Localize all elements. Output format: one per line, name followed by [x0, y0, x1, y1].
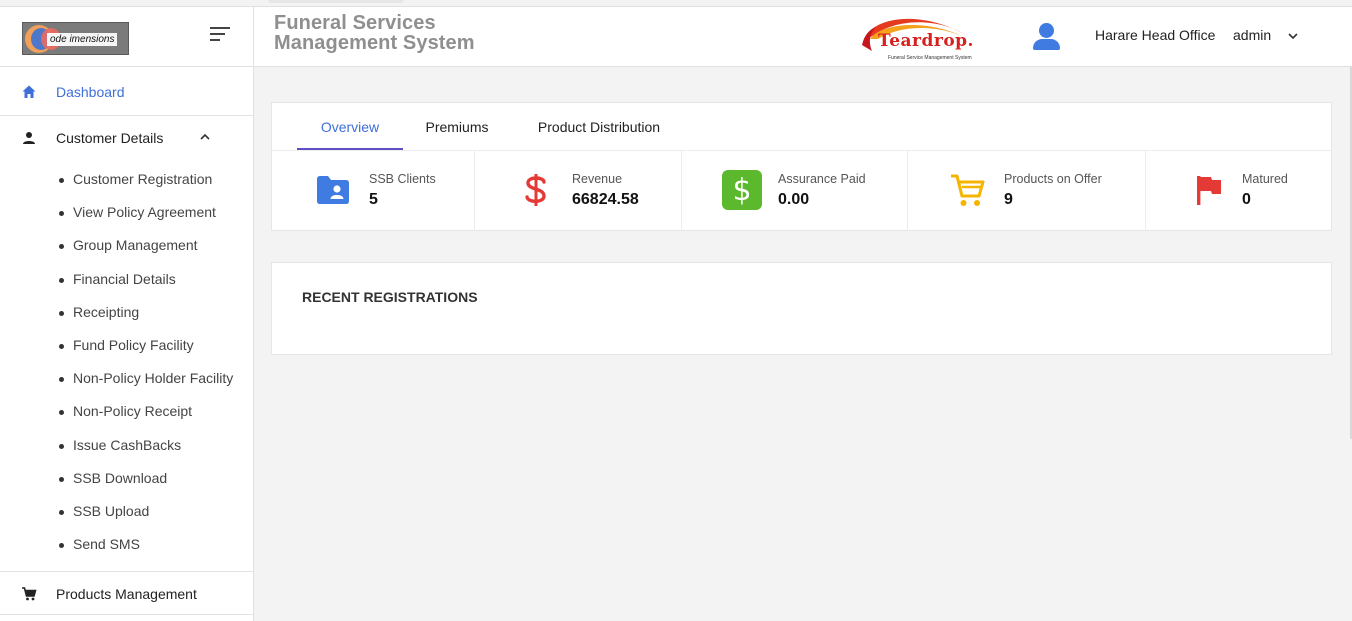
submenu-item-fund-policy-facility[interactable]: Fund Policy Facility — [0, 334, 253, 367]
submenu-item-ssb-download[interactable]: SSB Download — [0, 467, 253, 500]
sidebar-item-customer-details[interactable]: Customer Details — [0, 125, 253, 151]
stat-assurance-paid: $ Assurance Paid 0.00 — [682, 151, 908, 231]
person-icon — [23, 132, 35, 144]
stat-revenue: Revenue 66824.58 — [475, 151, 682, 231]
tab-overview[interactable]: Overview — [297, 103, 403, 151]
stat-value: 66824.58 — [572, 191, 639, 208]
divider — [0, 115, 253, 116]
recent-registrations-card: RECENT REGISTRATIONS — [271, 262, 1332, 355]
teardrop-logo-subtext: Funeral Service Management System — [888, 55, 972, 61]
customer-submenu: Customer Registration View Policy Agreem… — [0, 168, 253, 566]
company-logo[interactable]: ode imensions — [22, 22, 129, 55]
user-menu[interactable]: admin — [1233, 27, 1271, 43]
sidebar-item-label: Customer Details — [56, 130, 164, 146]
stat-label: SSB Clients — [369, 172, 436, 186]
overview-card: Overview Premiums Product Distribution S… — [271, 102, 1332, 231]
recent-registrations-title: RECENT REGISTRATIONS — [302, 289, 478, 305]
submenu-item-customer-registration[interactable]: Customer Registration — [0, 168, 253, 201]
office-label: Harare Head Office — [1095, 27, 1216, 43]
stat-value: 5 — [369, 191, 378, 208]
tab-product-distribution[interactable]: Product Distribution — [511, 103, 687, 151]
menu-toggle-icon[interactable] — [210, 27, 232, 45]
stats-row: SSB Clients 5 Revenue 66824.58 $ Assuran… — [272, 151, 1331, 231]
user-avatar-icon[interactable] — [1032, 23, 1062, 51]
company-logo-text: ode imensions — [47, 33, 118, 46]
stat-products-on-offer: Products on Offer 9 — [908, 151, 1146, 231]
sidebar-item-dashboard[interactable]: Dashboard — [0, 79, 253, 105]
app-title: Funeral Services Management System — [274, 13, 475, 53]
sidebar: Dashboard Customer Details Customer Regi… — [0, 67, 254, 621]
submenu-item-view-policy-agreement[interactable]: View Policy Agreement — [0, 201, 253, 234]
submenu-item-non-policy-holder-facility[interactable]: Non-Policy Holder Facility — [0, 367, 253, 400]
app-title-line1: Funeral Services — [274, 12, 436, 34]
cart-icon — [22, 587, 37, 601]
app-title-line2: Management System — [274, 32, 475, 54]
cart-icon — [946, 169, 988, 211]
stat-matured: Matured 0 — [1146, 151, 1331, 231]
flag-icon — [1188, 169, 1230, 211]
browser-tab-stub — [268, 0, 404, 3]
brand-area: ode imensions — [0, 7, 254, 67]
chevron-up-icon[interactable] — [198, 130, 212, 144]
submenu-item-send-sms[interactable]: Send SMS — [0, 533, 253, 566]
stat-label: Products on Offer — [1004, 172, 1102, 186]
chevron-down-icon[interactable] — [1286, 29, 1300, 43]
submenu-item-issue-cashbacks[interactable]: Issue CashBacks — [0, 434, 253, 467]
submenu-item-group-management[interactable]: Group Management — [0, 234, 253, 267]
stat-label: Assurance Paid — [778, 172, 866, 186]
tab-premiums[interactable]: Premiums — [403, 103, 511, 151]
submenu-item-ssb-upload[interactable]: SSB Upload — [0, 500, 253, 533]
home-icon — [22, 85, 36, 98]
submenu-item-receipting[interactable]: Receipting — [0, 301, 253, 334]
folder-user-icon — [312, 169, 354, 211]
sidebar-item-products-management[interactable]: Products Management — [0, 581, 253, 607]
divider — [0, 614, 253, 615]
stat-value: 9 — [1004, 191, 1013, 208]
stat-ssb-clients: SSB Clients 5 — [272, 151, 475, 231]
teardrop-logo: Teardrop. Funeral Service Management Sys… — [860, 11, 986, 65]
stat-value: 0.00 — [778, 191, 810, 208]
dollar-icon — [515, 169, 557, 211]
teardrop-logo-word: Teardrop. — [878, 31, 974, 51]
stat-label: Matured — [1242, 172, 1288, 186]
sidebar-item-label: Dashboard — [56, 84, 125, 100]
divider — [0, 571, 253, 572]
submenu-item-financial-details[interactable]: Financial Details — [0, 268, 253, 301]
submenu-item-non-policy-receipt[interactable]: Non-Policy Receipt — [0, 400, 253, 433]
tab-bar: Overview Premiums Product Distribution — [297, 103, 687, 151]
money-box-icon: $ — [721, 169, 763, 211]
stat-label: Revenue — [572, 172, 623, 186]
sidebar-item-label: Products Management — [56, 586, 197, 602]
top-header: ode imensions Funeral Services Managemen… — [0, 6, 1352, 67]
stat-value: 0 — [1242, 191, 1251, 208]
